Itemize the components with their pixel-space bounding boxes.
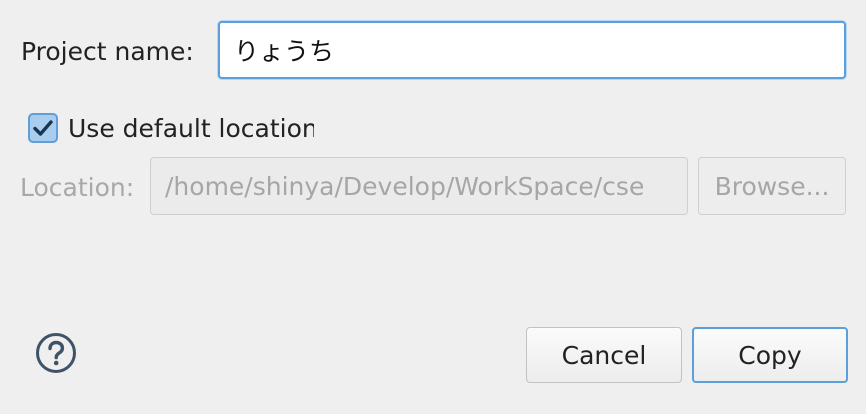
check-icon: [33, 120, 53, 136]
copy-project-dialog: Project name: Use default location Locat…: [0, 0, 866, 414]
project-name-input[interactable]: [218, 21, 846, 79]
use-default-location-label: Use default location: [68, 114, 314, 143]
help-circle-icon: [36, 333, 76, 373]
project-name-label: Project name:: [21, 37, 194, 66]
copy-button[interactable]: Copy: [692, 327, 848, 383]
location-label: Location:: [20, 173, 135, 202]
cancel-button[interactable]: Cancel: [526, 327, 682, 383]
help-button[interactable]: [34, 331, 78, 375]
browse-button: Browse...: [698, 157, 846, 215]
use-default-location-checkbox[interactable]: [28, 113, 58, 143]
location-input: [150, 157, 688, 215]
use-default-location-row[interactable]: Use default location: [28, 113, 318, 147]
